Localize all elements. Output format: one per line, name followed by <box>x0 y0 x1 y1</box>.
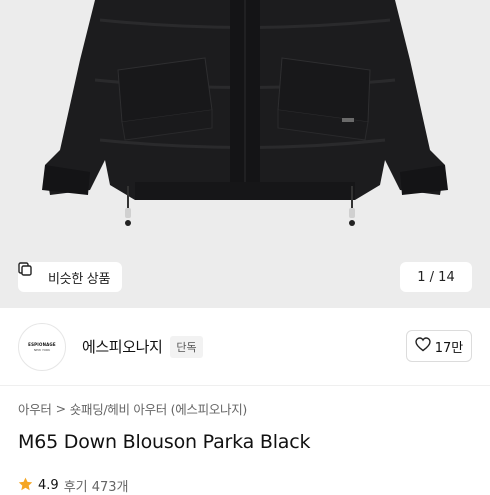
product-image-carousel[interactable]: 비슷한 상품 1 / 14 <box>0 0 490 308</box>
similar-products-button[interactable]: 비슷한 상품 <box>18 262 123 292</box>
store-row[interactable]: ESPIONAGE NEW YORK 에스피오나지 단독 17만 <box>0 308 490 386</box>
product-title: M65 Down Blouson Parka Black <box>18 431 311 453</box>
exclusive-badge: 단독 <box>170 335 203 358</box>
rating-row[interactable]: 4.9 후기 473개 <box>18 476 129 495</box>
image-counter: 1 / 14 <box>400 262 472 292</box>
rating-score: 4.9 <box>38 478 59 493</box>
like-button[interactable]: 17만 <box>406 330 472 362</box>
review-count[interactable]: 후기 473개 <box>64 476 129 495</box>
heart-icon <box>415 336 431 356</box>
store-logo-subtext: NEW YORK <box>33 347 51 352</box>
store-logo[interactable]: ESPIONAGE NEW YORK <box>18 322 66 371</box>
breadcrumb: 아우터 > 숏패딩/헤비 아우터 (에스피오나지) <box>18 399 247 418</box>
breadcrumb-level1[interactable]: 아우터 <box>18 399 52 418</box>
store-name[interactable]: 에스피오나지 <box>82 336 163 357</box>
store-logo-text: ESPIONAGE <box>28 341 56 347</box>
star-icon <box>18 477 33 495</box>
similar-products-label: 비슷한 상품 <box>48 271 111 287</box>
like-count: 17만 <box>434 340 464 356</box>
breadcrumb-level2[interactable]: 숏패딩/헤비 아우터 (에스피오나지) <box>70 399 248 418</box>
similar-products-icon <box>18 262 42 284</box>
chevron-right-icon: > <box>55 401 66 416</box>
